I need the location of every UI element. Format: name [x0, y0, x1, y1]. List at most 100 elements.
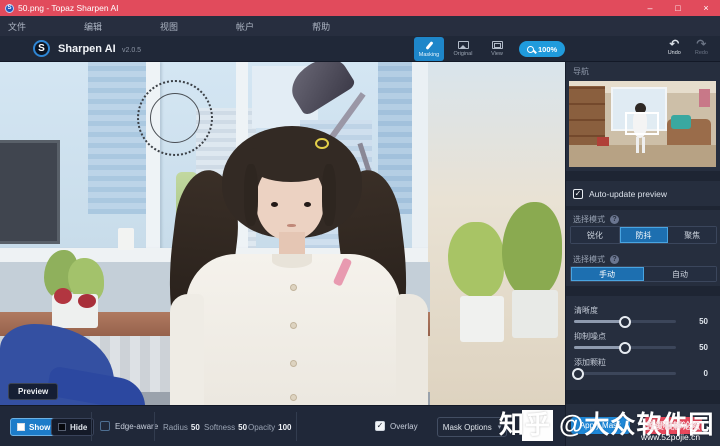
redo-icon: ↷ — [696, 39, 706, 50]
hide-mask-button[interactable]: Hide — [51, 418, 94, 436]
maximize-icon[interactable]: □ — [664, 0, 692, 16]
redo-button[interactable]: ↷ Redo — [695, 39, 708, 56]
thumb-poster — [699, 89, 710, 107]
sharpness-slider[interactable] — [574, 320, 676, 323]
photo-monitor — [0, 140, 60, 244]
auto-update-row[interactable]: ✓ Auto-update preview — [573, 189, 667, 199]
close-icon[interactable]: × — [692, 0, 720, 16]
overlay-checkbox[interactable]: ✓ — [375, 421, 385, 431]
menu-edit[interactable]: 编辑 — [84, 20, 102, 33]
slider-thumb[interactable] — [572, 368, 584, 380]
undo-label: Undo — [668, 50, 681, 56]
original-label: Original — [454, 51, 473, 57]
opacity-value: 100 — [278, 423, 291, 432]
edge-aware-row[interactable]: Edge-aware — [100, 421, 158, 431]
photo-girl-mouth — [287, 224, 296, 227]
noise-slider[interactable] — [574, 346, 676, 349]
masking-button[interactable]: Masking — [414, 37, 444, 61]
photo-girl-eye — [271, 202, 278, 207]
check-icon: ✓ — [575, 189, 582, 199]
original-button[interactable]: Original — [448, 37, 478, 61]
show-label: Show — [29, 423, 50, 432]
sidebar-divider — [566, 390, 720, 404]
photo-girl-bangs — [250, 148, 332, 182]
radius-stat[interactable]: Radius50 — [163, 423, 200, 432]
divider — [154, 412, 155, 441]
preview-badge: Preview — [8, 383, 58, 400]
sidebar-divider — [566, 171, 720, 181]
help-icon[interactable]: ? — [610, 215, 619, 224]
thumb-sofa-cushion — [671, 115, 691, 129]
photo-girl-eye — [304, 202, 311, 207]
photo-headphones — [78, 294, 96, 308]
sharpness-slider-value: 50 — [688, 317, 708, 326]
mask-options-label: Mask Options — [443, 423, 492, 432]
photo-girl-collar — [272, 254, 312, 268]
photo-building — [88, 62, 148, 214]
radius-value: 50 — [191, 423, 200, 432]
overlay-row[interactable]: ✓ Overlay — [375, 421, 418, 431]
menu-bar: 文件 编辑 视图 帐户 帮助 — [0, 16, 720, 36]
toolbar: S Sharpen AI v2.0.5 Masking Original Vie… — [0, 36, 720, 62]
window-title: 50.png - Topaz Sharpen AI — [18, 3, 119, 13]
watermark-url: www.52pojie.cn — [641, 432, 700, 442]
mode-sharpen-button[interactable]: 锐化 — [571, 227, 620, 243]
opacity-label: Opacity — [248, 423, 275, 432]
history-controls: ↶ Undo ↷ Redo — [654, 39, 708, 56]
mode-section-text: 选择模式 — [573, 214, 605, 225]
redo-label: Redo — [695, 50, 708, 56]
edge-aware-label: Edge-aware — [115, 422, 158, 431]
menu-help[interactable]: 帮助 — [312, 20, 330, 33]
slider-thumb[interactable] — [619, 342, 631, 354]
grain-slider[interactable] — [574, 372, 676, 375]
grain-slider-value: 0 — [688, 369, 708, 378]
brush-icon — [425, 41, 433, 50]
mode-focus-button[interactable]: 聚焦 — [668, 227, 716, 243]
auto-update-checkbox[interactable]: ✓ — [573, 189, 583, 199]
view-button[interactable]: View — [482, 37, 512, 61]
image-canvas[interactable]: Preview — [0, 62, 565, 405]
menu-view[interactable]: 视图 — [160, 20, 178, 33]
model-button-group: 手动 自动 — [570, 266, 717, 282]
sharpen-ai-logo-icon: S — [33, 40, 50, 57]
mode-section-label: 选择模式 ? — [573, 214, 619, 225]
divider — [296, 412, 297, 441]
mask-options-dropdown[interactable]: Mask Options ▾ — [437, 417, 507, 437]
radius-label: Radius — [163, 423, 188, 432]
navigator-thumbnail[interactable] — [569, 81, 716, 167]
grain-slider-label: 添加颗粒 — [574, 357, 606, 368]
app-name: Sharpen AI — [58, 43, 116, 55]
undo-button[interactable]: ↶ Undo — [668, 39, 681, 56]
view-mode-tools: Masking Original View — [414, 37, 516, 61]
menu-account[interactable]: 帐户 — [236, 20, 254, 33]
monitor-icon — [492, 41, 503, 49]
softness-label: Softness — [204, 423, 235, 432]
model-section-label: 选择模式 ? — [573, 254, 619, 265]
photo-mug — [118, 228, 134, 250]
navigator-selection-rect[interactable] — [625, 112, 659, 135]
overlay-label: Overlay — [390, 422, 418, 431]
manual-button[interactable]: 手动 — [571, 267, 644, 281]
zoom-value: 100% — [538, 45, 557, 54]
mode-stabilize-button[interactable]: 防抖 — [620, 227, 669, 243]
opacity-stat[interactable]: Opacity100 — [248, 423, 291, 432]
slider-thumb[interactable] — [619, 316, 631, 328]
photo-girl-hairclip — [315, 138, 329, 149]
thumb-girl-legs — [642, 137, 645, 153]
help-icon[interactable]: ? — [610, 255, 619, 264]
slider-fill — [574, 320, 625, 323]
edge-aware-checkbox[interactable] — [100, 421, 110, 431]
photo-shirt-button — [290, 394, 297, 401]
photo-girl-shirt — [186, 254, 400, 405]
zoom-button[interactable]: 100% — [519, 41, 565, 57]
menu-file[interactable]: 文件 — [8, 20, 26, 33]
photo-plant-pot — [512, 290, 558, 338]
slider-fill — [574, 346, 625, 349]
softness-value: 50 — [238, 423, 247, 432]
auto-button[interactable]: 自动 — [644, 267, 716, 281]
app-version: v2.0.5 — [122, 47, 141, 54]
softness-stat[interactable]: Softness50 — [204, 423, 247, 432]
sharpness-slider-label: 清晰度 — [574, 305, 598, 316]
minimize-icon[interactable]: – — [636, 0, 664, 16]
view-label: View — [491, 51, 503, 57]
